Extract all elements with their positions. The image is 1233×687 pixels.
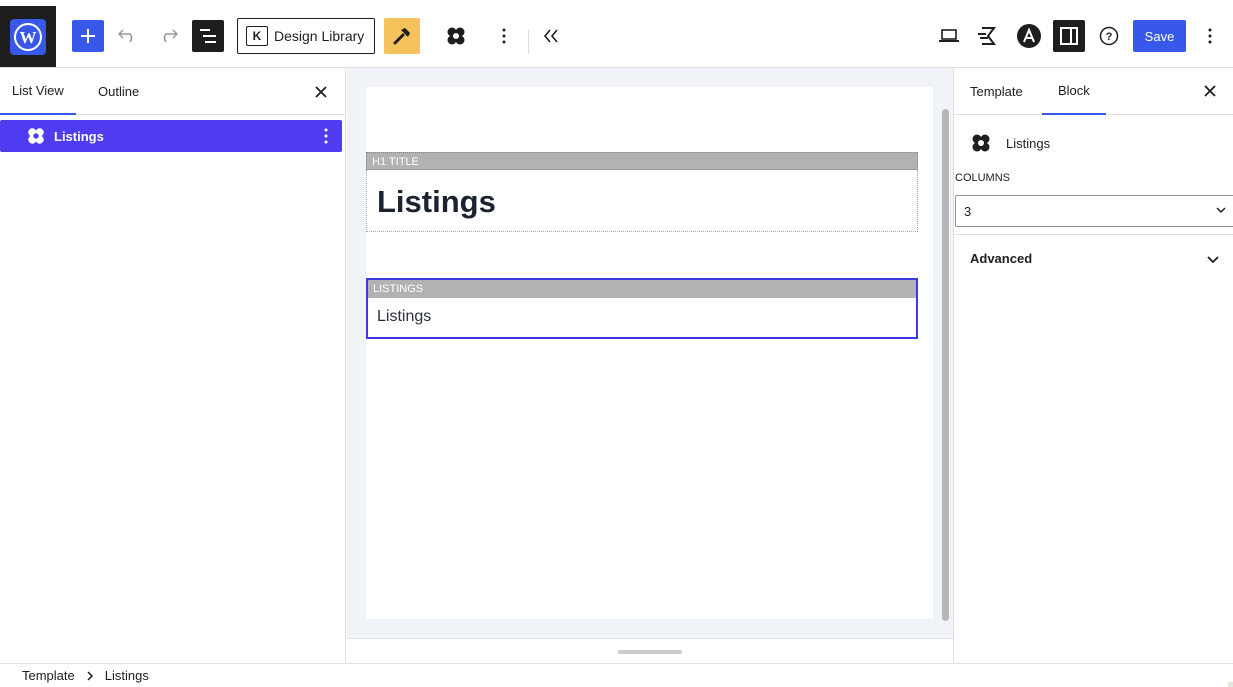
chevron-right-icon [87, 670, 93, 681]
columns-label: COLUMNS [955, 172, 1011, 184]
speed-lines-icon [978, 27, 996, 45]
plus-icon [81, 29, 95, 43]
tab-outline[interactable]: Outline [86, 68, 151, 115]
vertical-dots-icon [324, 128, 328, 144]
add-block-button[interactable] [72, 20, 104, 52]
tab-template[interactable]: Template [954, 68, 1039, 115]
more-tools-button[interactable] [488, 20, 520, 52]
breadcrumb-item-listings[interactable]: Listings [105, 668, 149, 683]
breadcrumb: Template Listings [0, 663, 1233, 687]
block-card-title: Listings [1006, 135, 1051, 151]
wordpress-logo-button[interactable]: W [0, 6, 56, 67]
settings-sidebar-button[interactable] [1053, 20, 1085, 52]
redo-icon [163, 29, 178, 43]
wordpress-icon: W [10, 18, 46, 55]
settings-sidebar: Template Block Listings COLUMNS 3 Advanc… [953, 68, 1233, 663]
corner-mark [1228, 682, 1233, 687]
astra-plugin-button[interactable] [1013, 20, 1045, 52]
save-button[interactable]: Save [1133, 20, 1186, 52]
block-card: Listings [970, 132, 1050, 154]
svg-text:W: W [20, 28, 37, 47]
collapse-toolbar-button[interactable] [535, 20, 567, 52]
close-icon [1204, 85, 1216, 97]
listings-block-label: LISTINGS [368, 280, 916, 298]
sidebar-toggle-icon [1060, 27, 1078, 45]
tab-block[interactable]: Block [1042, 68, 1106, 115]
listings-block-text: Listings [377, 308, 432, 325]
options-menu-button[interactable] [1194, 20, 1226, 52]
laptop-icon [939, 29, 959, 42]
flower-block-icon [28, 128, 44, 144]
advanced-label: Advanced [970, 251, 1033, 266]
vertical-dots-icon [502, 28, 506, 44]
canvas-resize-handle[interactable] [618, 650, 682, 654]
list-view-panel: List View Outline Listings [0, 68, 346, 663]
list-item-label: Listings [54, 128, 104, 144]
tools-hammer-button[interactable] [384, 18, 420, 54]
tab-list-view[interactable]: List View [0, 68, 76, 115]
close-settings-button[interactable] [1200, 81, 1220, 101]
astra-icon [1017, 24, 1041, 48]
svg-text:?: ? [1106, 31, 1113, 43]
canvas-resize-area [347, 638, 953, 663]
document-overview-button[interactable] [192, 20, 224, 52]
chevron-down-icon [1207, 255, 1219, 263]
undo-button[interactable] [112, 20, 144, 52]
advanced-panel-toggle[interactable]: Advanced [970, 251, 1220, 266]
columns-select[interactable]: 3 [955, 195, 1233, 227]
design-library-button[interactable]: K Design Library [237, 18, 375, 54]
h1-title-block-label: H1 TITLE [366, 152, 918, 170]
columns-select-value: 3 [964, 203, 972, 219]
speed-plugin-button[interactable] [973, 20, 1005, 52]
h1-title-text[interactable]: Listings [377, 184, 496, 220]
design-library-icon: K [246, 26, 268, 46]
list-item-listings[interactable]: Listings [0, 120, 342, 152]
list-item-options-button[interactable] [322, 126, 330, 146]
breadcrumb-item-template[interactable]: Template [22, 668, 75, 683]
device-preview-button[interactable] [933, 20, 965, 52]
list-view-icon [200, 29, 216, 43]
help-button[interactable]: ? [1093, 20, 1125, 52]
undo-icon [118, 29, 133, 43]
h1-title-block[interactable]: Listings [366, 170, 918, 232]
editor-canvas[interactable]: H1 TITLE Listings LISTINGS Listings [366, 87, 949, 621]
panel-divider [954, 234, 1233, 235]
flower-block-icon [972, 134, 990, 152]
toolbar-separator [528, 30, 529, 54]
close-list-view-button[interactable] [311, 82, 331, 102]
block-plugin-button[interactable] [440, 20, 472, 52]
hammer-icon [393, 28, 410, 45]
listings-block[interactable]: LISTINGS Listings [366, 278, 918, 339]
design-library-label: Design Library [274, 28, 365, 44]
editor-canvas-area: H1 TITLE Listings LISTINGS Listings [347, 68, 953, 638]
editor-toolbar: W K Design Library ? Save [0, 6, 1233, 68]
list-view-tabs: List View Outline [0, 68, 345, 115]
chevron-down-icon [1216, 207, 1226, 214]
vertical-dots-icon [1208, 28, 1212, 44]
help-icon: ? [1099, 26, 1119, 46]
redo-button[interactable] [152, 20, 184, 52]
double-chevron-left-icon [543, 29, 558, 43]
canvas-scrollbar[interactable] [942, 109, 949, 621]
settings-tabs: Template Block [954, 68, 1233, 115]
flower-block-icon [447, 27, 465, 45]
close-icon [315, 86, 327, 98]
